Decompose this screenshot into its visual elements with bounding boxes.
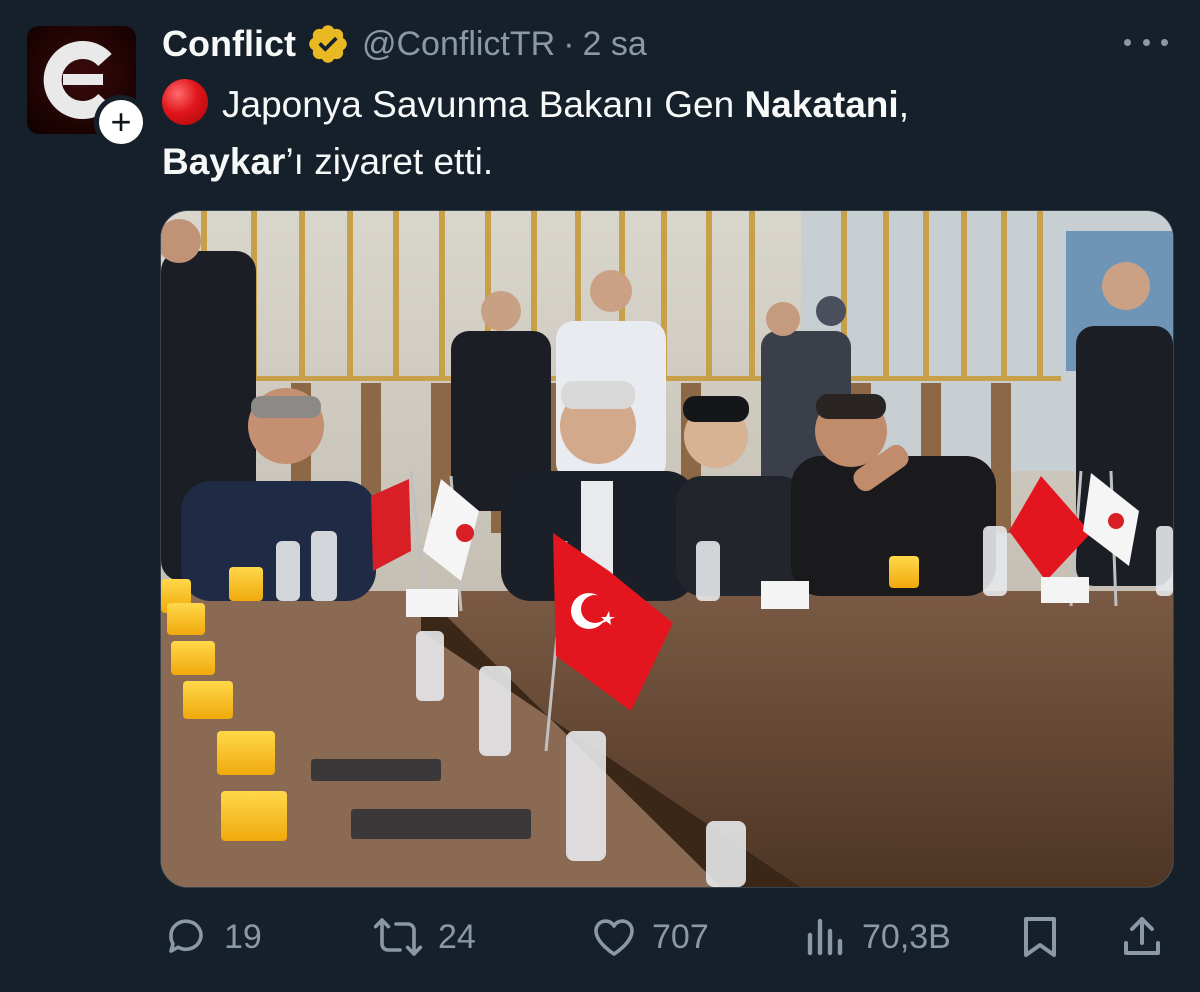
mention-baykar: Baykar: [162, 141, 286, 182]
tweet-header: Conflict @ConflictTR · 2 sa: [162, 20, 647, 68]
share-button[interactable]: [1120, 912, 1164, 962]
reply-icon: [169, 919, 203, 953]
bookmark-button[interactable]: [1018, 912, 1062, 962]
like-button[interactable]: 707: [590, 912, 709, 962]
red-circle-emoji-icon: [162, 79, 208, 125]
share-icon: [1124, 917, 1160, 955]
text-part-1: Japonya Savunma Bakanı Gen: [222, 84, 745, 125]
plus-icon: +: [99, 100, 143, 144]
reply-count: 19: [224, 917, 262, 956]
verified-badge-icon: [309, 25, 347, 63]
like-count: 707: [652, 917, 709, 956]
text-part-2: ,: [898, 84, 909, 125]
tweet-photo[interactable]: [160, 210, 1174, 888]
separator-dot: ·: [563, 24, 575, 63]
more-options-icon[interactable]: [1124, 30, 1168, 54]
tweet[interactable]: + Conflict @ConflictTR · 2 sa Japonya Sa…: [0, 0, 1200, 992]
text-part-3: ’ı ziyaret etti.: [285, 141, 494, 182]
heart-icon: [594, 919, 634, 956]
tweet-actions: 19 24 707 70,3B: [162, 912, 1172, 962]
timestamp[interactable]: 2 sa: [583, 25, 647, 64]
retweet-icon: [373, 918, 423, 956]
handle[interactable]: @ConflictTR: [362, 25, 555, 64]
follow-button[interactable]: +: [94, 95, 148, 149]
display-name[interactable]: Conflict: [162, 23, 296, 65]
tweet-text: Japonya Savunma Bakanı Gen Nakatani, Bayk…: [162, 76, 1162, 190]
retweet-count: 24: [438, 917, 476, 956]
meeting-photo: [161, 211, 1173, 887]
view-count: 70,3B: [862, 917, 951, 956]
mention-nakatani: Nakatani: [744, 84, 899, 125]
bookmark-icon: [1024, 917, 1056, 957]
views-chart-icon: [807, 918, 843, 956]
views-button[interactable]: 70,3B: [804, 912, 951, 962]
retweet-button[interactable]: 24: [372, 912, 476, 962]
reply-button[interactable]: 19: [162, 912, 262, 962]
